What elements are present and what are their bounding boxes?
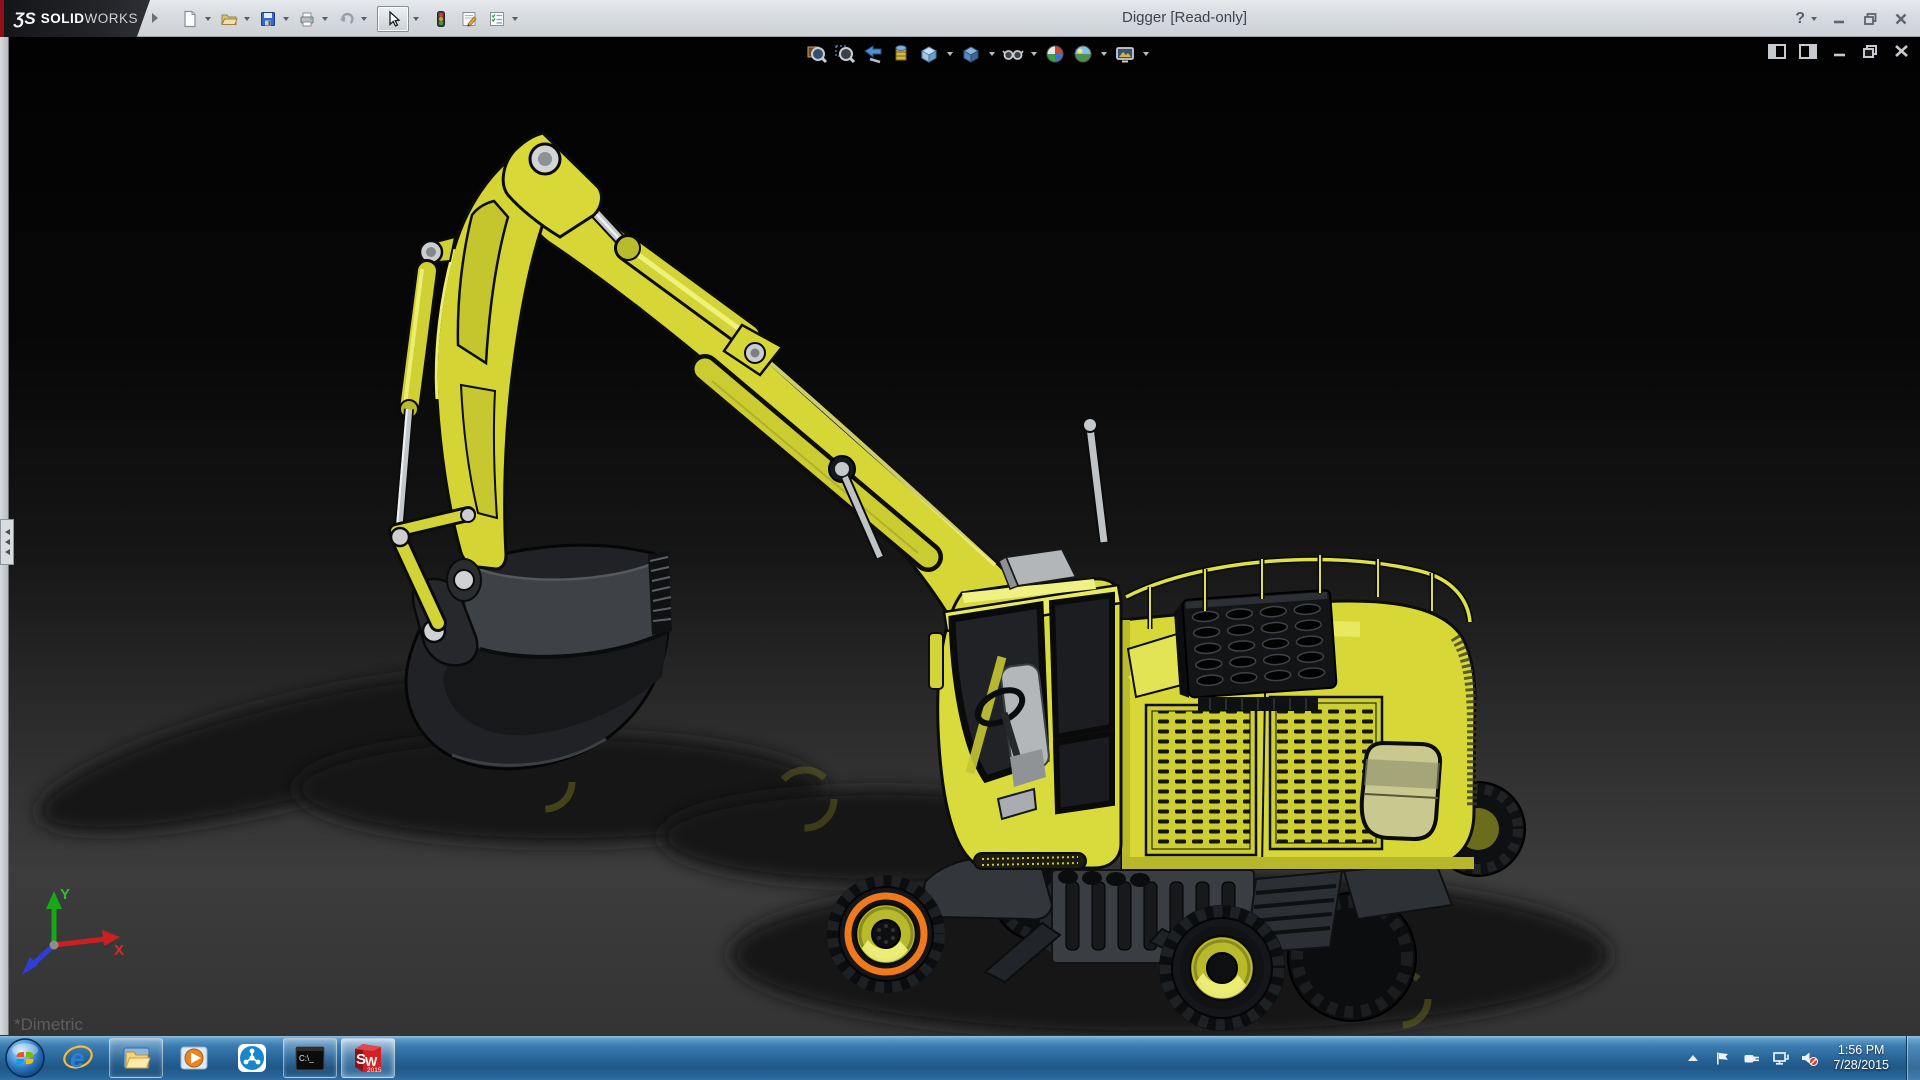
help-icon[interactable]: ?	[1795, 10, 1805, 28]
solidworks-3ds-mark: ƷS	[14, 9, 36, 29]
tray-date: 7/28/2015	[1833, 1058, 1889, 1073]
view-orientation-icon[interactable]	[918, 43, 940, 65]
view-orientation-label: *Dimetric	[14, 1015, 83, 1035]
brand-accent-stripe	[0, 0, 4, 37]
taskbar-connected-nodes-app[interactable]	[225, 1038, 279, 1078]
taskbar-command-prompt[interactable]: C:\_	[283, 1038, 337, 1078]
help-dropdown-icon[interactable]	[1811, 17, 1817, 21]
power-plug-icon[interactable]	[1742, 1049, 1760, 1067]
display-style-dropdown-icon[interactable]	[989, 52, 995, 56]
rebuild-traffic-light-icon[interactable]	[431, 9, 451, 29]
close-button[interactable]	[1892, 10, 1910, 28]
svg-text:e: e	[70, 1043, 84, 1073]
print-button[interactable]	[297, 9, 317, 29]
graphics-area[interactable]: Y X *Dimetric	[0, 37, 1920, 1035]
undo-button[interactable]	[336, 9, 356, 29]
zoom-to-area-icon[interactable]	[834, 43, 856, 65]
minimize-button[interactable]	[1830, 10, 1848, 28]
excavator-3d-model[interactable]	[0, 37, 1920, 1035]
windows-taskbar: e C:\_ S W 2015	[0, 1035, 1920, 1080]
previous-view-icon[interactable]	[862, 43, 884, 65]
toolbar-expand-icon[interactable]	[152, 13, 158, 23]
collapse-panel-button[interactable]	[0, 519, 14, 565]
solidworks-logo: ƷS SOLIDWORKS	[4, 0, 150, 37]
edit-appearance-icon[interactable]	[1044, 43, 1066, 65]
new-document-button[interactable]	[180, 9, 200, 29]
headsup-view-toolbar	[806, 41, 1150, 67]
taskbar-internet-explorer[interactable]: e	[51, 1038, 105, 1078]
system-tray: 1:56 PM 7/28/2015	[1684, 1036, 1920, 1080]
window-controls: ?	[1795, 0, 1910, 37]
volume-muted-icon[interactable]	[1800, 1049, 1818, 1067]
tray-time: 1:56 PM	[1833, 1043, 1889, 1058]
document-window-controls	[1768, 43, 1910, 59]
undo-dropdown-icon[interactable]	[361, 17, 367, 21]
desktop: ƷS SOLIDWORKS	[0, 0, 1920, 1080]
standard-toolbar	[172, 5, 518, 32]
show-desktop-button[interactable]	[1906, 1036, 1920, 1080]
view-orientation-dropdown-icon[interactable]	[947, 52, 953, 56]
apply-scene-dropdown-icon[interactable]	[1101, 52, 1107, 56]
view-settings-icon[interactable]	[1114, 43, 1136, 65]
view-settings-dropdown-icon[interactable]	[1143, 52, 1149, 56]
engine-housing[interactable]	[1122, 555, 1475, 869]
solidworks-wordmark: SOLIDWORKS	[41, 11, 138, 26]
restore-button[interactable]	[1861, 10, 1879, 28]
apply-scene-icon[interactable]	[1072, 43, 1094, 65]
taskbar-solidworks-2015[interactable]: S W 2015	[341, 1038, 395, 1078]
options-dropdown-icon[interactable]	[512, 17, 518, 21]
save-dropdown-icon[interactable]	[283, 17, 289, 21]
svg-text:C:\_: C:\_	[299, 1054, 314, 1063]
triad-x-label: X	[114, 942, 124, 959]
hide-show-dropdown-icon[interactable]	[1031, 52, 1037, 56]
select-tool-button[interactable]	[377, 6, 409, 32]
doc-close-button[interactable]	[1892, 43, 1910, 59]
options-list-button[interactable]	[487, 9, 507, 29]
bucket[interactable]	[406, 545, 672, 769]
open-button[interactable]	[219, 9, 239, 29]
tray-clock[interactable]: 1:56 PM 7/28/2015	[1833, 1043, 1889, 1073]
display-style-icon[interactable]	[960, 43, 982, 65]
svg-text:2015: 2015	[367, 1067, 382, 1074]
action-center-flag-icon[interactable]	[1713, 1049, 1731, 1067]
window-title: Digger [Read-only]	[1122, 9, 1247, 26]
new-dropdown-icon[interactable]	[205, 17, 211, 21]
pane-right-toggle-icon[interactable]	[1799, 43, 1817, 59]
app-titlebar: ƷS SOLIDWORKS	[0, 0, 1920, 37]
save-button[interactable]	[258, 9, 278, 29]
coordinate-triad: Y X	[14, 883, 134, 983]
start-button[interactable]	[3, 1036, 47, 1080]
pane-left-toggle-icon[interactable]	[1768, 43, 1786, 59]
sketch-button[interactable]	[459, 9, 479, 29]
hide-show-items-icon[interactable]	[1002, 43, 1024, 65]
section-view-icon[interactable]	[890, 43, 912, 65]
front-right-wheel[interactable]	[1159, 905, 1285, 1031]
doc-minimize-button[interactable]	[1830, 43, 1848, 59]
zoom-to-fit-icon[interactable]	[806, 43, 828, 65]
doc-restore-button[interactable]	[1861, 43, 1879, 59]
open-dropdown-icon[interactable]	[244, 17, 250, 21]
print-dropdown-icon[interactable]	[322, 17, 328, 21]
cab[interactable]	[929, 549, 1121, 869]
taskbar-windows-explorer[interactable]	[109, 1038, 163, 1078]
taskbar-media-player[interactable]	[167, 1038, 221, 1078]
show-hidden-icons-button[interactable]	[1684, 1049, 1702, 1067]
network-icon[interactable]	[1771, 1049, 1789, 1067]
triad-y-label: Y	[60, 886, 70, 903]
select-dropdown-icon[interactable]	[409, 6, 423, 32]
